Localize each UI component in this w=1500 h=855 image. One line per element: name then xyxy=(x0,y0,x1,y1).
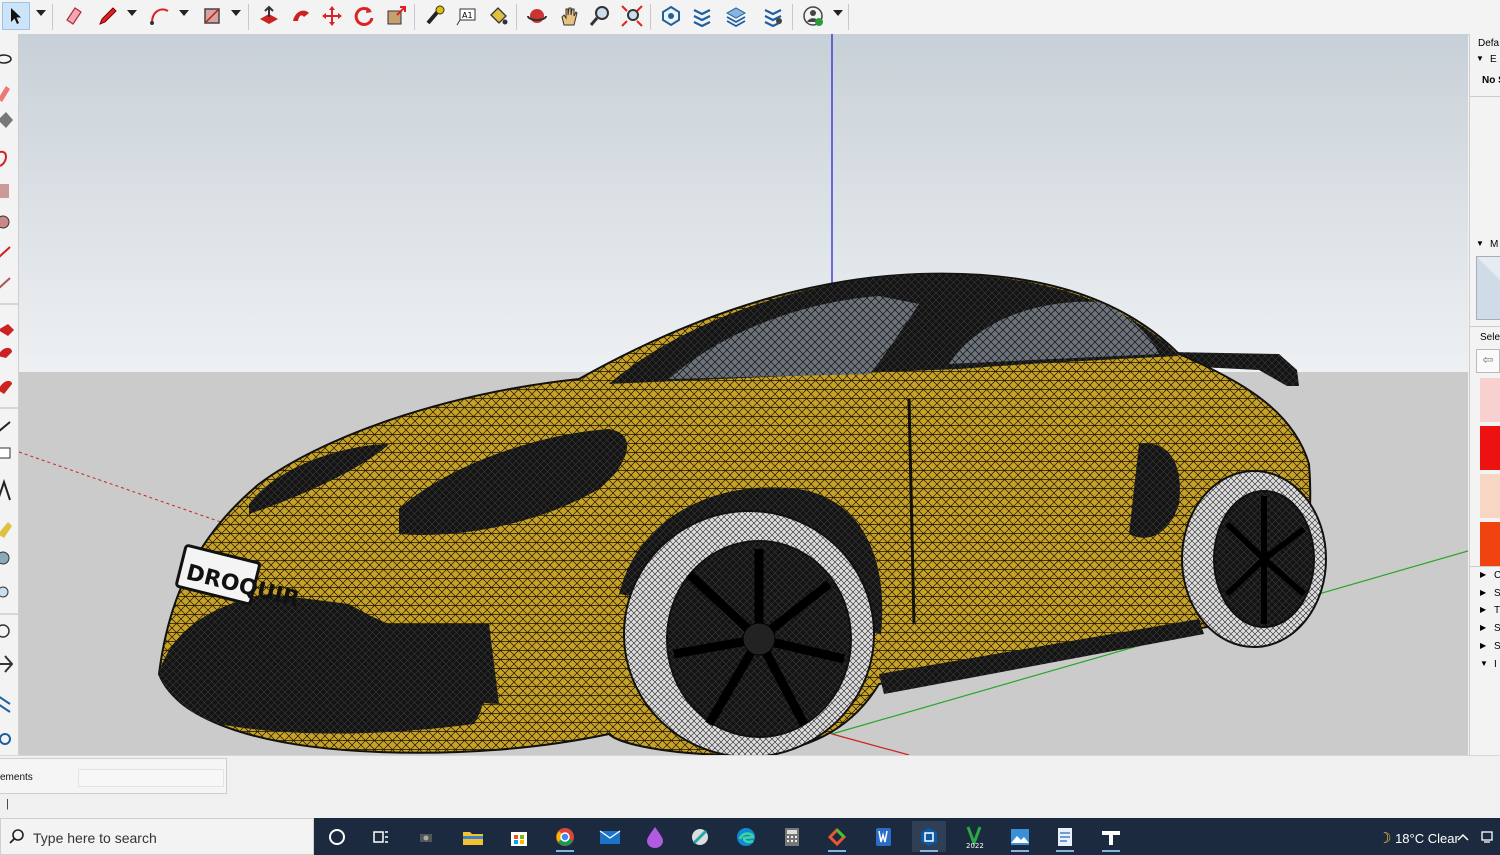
chrome-icon[interactable] xyxy=(548,821,582,852)
windows-taskbar: Type here to search 2022 ☽ 18°C Clear xyxy=(0,818,1500,855)
layout-2022-icon[interactable]: 2022 xyxy=(957,821,991,852)
network-icon[interactable] xyxy=(1476,821,1498,852)
arc-icon[interactable] xyxy=(146,2,174,30)
text-icon[interactable]: A1 xyxy=(453,2,481,30)
microsoft-store-icon[interactable] xyxy=(502,821,536,852)
entity-info-header[interactable]: E xyxy=(1490,54,1497,65)
section-collapse-icon[interactable]: ▼ xyxy=(1480,659,1488,668)
section-expand-icon[interactable]: ▶ xyxy=(1480,570,1486,579)
section-expand-icon[interactable]: ▶ xyxy=(1480,605,1486,614)
layers-icon[interactable] xyxy=(722,2,750,30)
section-tags[interactable]: T xyxy=(1494,605,1500,616)
collapse-arrow-icon[interactable]: ▼ xyxy=(1476,54,1484,63)
select-label: Sele xyxy=(1480,332,1500,343)
car-wireframe-scene[interactable]: DROQUIR xyxy=(19,34,1468,755)
select-dropdown-icon[interactable] xyxy=(36,10,46,16)
tape-measure-icon[interactable] xyxy=(421,2,449,30)
camera-icon[interactable] xyxy=(410,821,444,852)
components-icon[interactable] xyxy=(657,2,685,30)
tray-title: Defa xyxy=(1478,38,1500,49)
main-toolbar: A1 xyxy=(0,0,1500,35)
swatch-pink[interactable] xyxy=(1480,378,1500,422)
swatch-peach[interactable] xyxy=(1480,474,1500,518)
materials-collapse-icon[interactable]: ▼ xyxy=(1476,239,1484,248)
account-dropdown-icon[interactable] xyxy=(833,10,843,16)
photos-icon[interactable] xyxy=(1003,821,1037,852)
line-dropdown-icon[interactable] xyxy=(127,10,137,16)
rotate-icon[interactable] xyxy=(350,2,378,30)
entity-label: No S xyxy=(1482,75,1500,86)
section-expand-icon[interactable]: ▶ xyxy=(1480,588,1486,597)
settings-app-icon[interactable] xyxy=(683,821,717,852)
default-tray: Defa ▼ E No S ▼ M Sele ⇦ ▶ C ▶ S ▶ T ▶ S… xyxy=(1469,34,1500,755)
swatch-red[interactable] xyxy=(1480,426,1500,470)
scale-icon[interactable] xyxy=(382,2,410,30)
svg-text:2022: 2022 xyxy=(966,842,984,849)
measurements-input[interactable] xyxy=(78,769,224,787)
line-pencil-icon[interactable] xyxy=(94,2,122,30)
search-icon xyxy=(9,829,24,844)
cortana-icon[interactable] xyxy=(320,821,354,852)
zoom-extents-icon[interactable] xyxy=(618,2,646,30)
sketchup-icon[interactable] xyxy=(912,821,946,852)
swatch-orange[interactable] xyxy=(1480,522,1500,566)
left-toolbar xyxy=(0,34,19,755)
file-explorer-icon[interactable] xyxy=(456,821,490,852)
zoom-icon[interactable] xyxy=(586,2,614,30)
styles-icon[interactable] xyxy=(688,2,716,30)
arc-dropdown-icon[interactable] xyxy=(179,10,189,16)
eraser-icon[interactable] xyxy=(60,2,88,30)
snip-icon[interactable] xyxy=(820,821,854,852)
rectangle-dropdown-icon[interactable] xyxy=(231,10,241,16)
show-hidden-icons-chevron-icon[interactable] xyxy=(1452,821,1474,852)
weather-widget[interactable]: ☽ 18°C Clear xyxy=(1378,829,1459,847)
rectangle-icon[interactable] xyxy=(198,2,226,30)
measurements-panel: ements xyxy=(0,758,227,794)
paint-bucket-icon[interactable] xyxy=(484,2,512,30)
select-tool-icon[interactable] xyxy=(2,2,30,30)
material-preview xyxy=(1476,256,1500,320)
push-pull-icon[interactable] xyxy=(255,2,283,30)
status-bar: ements | xyxy=(0,755,1500,819)
pan-hand-icon[interactable] xyxy=(555,2,583,30)
orbit-icon[interactable] xyxy=(523,2,551,30)
notepad-icon[interactable] xyxy=(1048,821,1082,852)
edge-icon[interactable] xyxy=(729,821,763,852)
word-icon[interactable] xyxy=(866,821,900,852)
calculator-icon[interactable] xyxy=(775,821,809,852)
move-icon[interactable] xyxy=(318,2,346,30)
typora-icon[interactable] xyxy=(1094,821,1128,852)
section-expand-icon[interactable]: ▶ xyxy=(1480,623,1486,632)
section-instructor[interactable]: I xyxy=(1494,659,1497,670)
svg-text:A1: A1 xyxy=(462,11,473,20)
weather-text: 18°C Clear xyxy=(1395,831,1459,846)
task-view-icon[interactable] xyxy=(364,821,398,852)
section-scenes[interactable]: S xyxy=(1494,641,1500,652)
status-hint: | xyxy=(6,798,9,810)
section-styles[interactable]: S xyxy=(1494,588,1500,599)
materials-header[interactable]: M xyxy=(1490,239,1498,250)
follow-me-icon[interactable] xyxy=(287,2,315,30)
moon-icon: ☽ xyxy=(1378,830,1392,847)
measurements-label: ements xyxy=(0,772,33,783)
taskbar-search-box[interactable]: Type here to search xyxy=(0,818,314,855)
mail-icon[interactable] xyxy=(593,821,627,852)
back-arrow-icon[interactable]: ⇦ xyxy=(1476,349,1500,373)
model-viewport[interactable]: DROQUIR xyxy=(19,34,1468,755)
section-components[interactable]: C xyxy=(1494,570,1500,581)
paint-3d-icon[interactable] xyxy=(638,821,672,852)
section-expand-icon[interactable]: ▶ xyxy=(1480,641,1486,650)
section-shadows[interactable]: S xyxy=(1494,623,1500,634)
scenes-icon[interactable] xyxy=(759,2,787,30)
account-icon[interactable] xyxy=(799,2,827,30)
front-grille xyxy=(319,624,499,704)
left-toolbar-icons[interactable] xyxy=(0,34,18,755)
search-placeholder: Type here to search xyxy=(33,830,157,846)
